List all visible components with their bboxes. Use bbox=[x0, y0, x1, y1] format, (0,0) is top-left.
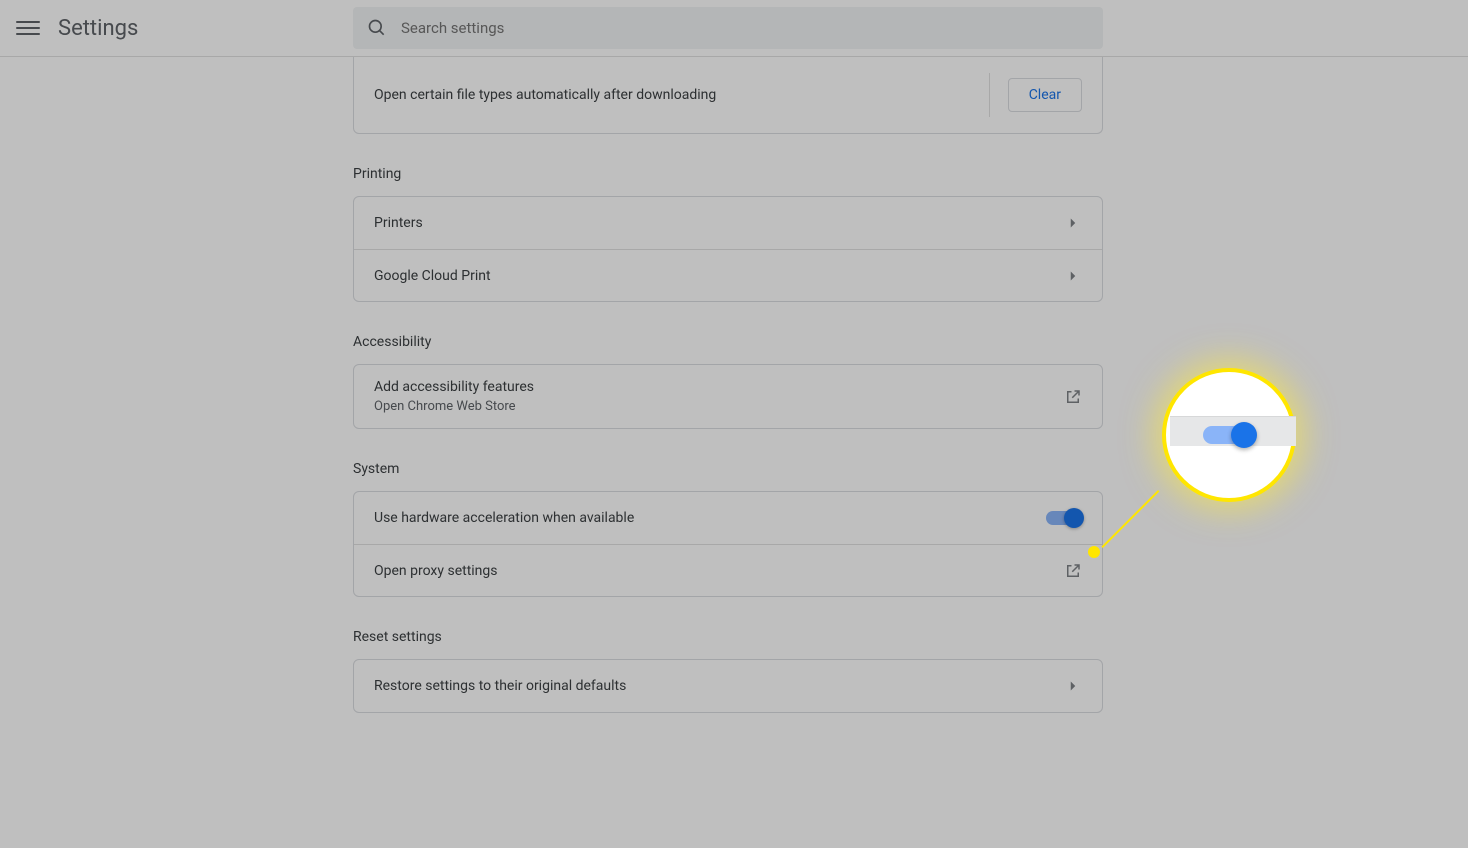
printing-card: Printers Google Cloud Print bbox=[353, 196, 1103, 302]
search-box[interactable] bbox=[353, 7, 1103, 49]
accessibility-card: Add accessibility features Open Chrome W… bbox=[353, 364, 1103, 429]
chevron-right-icon bbox=[1064, 267, 1082, 285]
add-accessibility-sub: Open Chrome Web Store bbox=[374, 399, 1064, 414]
downloads-card: Open certain file types automatically af… bbox=[353, 57, 1103, 134]
proxy-row[interactable]: Open proxy settings bbox=[354, 544, 1102, 596]
page-title: Settings bbox=[58, 16, 138, 41]
restore-label: Restore settings to their original defau… bbox=[374, 678, 1064, 694]
accessibility-section-label: Accessibility bbox=[353, 334, 1103, 350]
printing-section-label: Printing bbox=[353, 166, 1103, 182]
search-icon bbox=[367, 18, 387, 38]
printers-label: Printers bbox=[374, 215, 1064, 231]
tutorial-spotlight bbox=[1162, 368, 1296, 502]
external-link-icon bbox=[1064, 388, 1082, 406]
add-accessibility-title: Add accessibility features bbox=[374, 379, 1064, 395]
add-accessibility-row[interactable]: Add accessibility features Open Chrome W… bbox=[354, 365, 1102, 428]
cloud-print-row[interactable]: Google Cloud Print bbox=[354, 249, 1102, 301]
spotlight-anchor-dot bbox=[1088, 546, 1100, 558]
spotlight-toggle bbox=[1203, 426, 1255, 444]
divider bbox=[989, 73, 990, 117]
clear-button[interactable]: Clear bbox=[1008, 78, 1082, 112]
system-section-label: System bbox=[353, 461, 1103, 477]
system-card: Use hardware acceleration when available… bbox=[353, 491, 1103, 597]
hw-accel-row: Use hardware acceleration when available bbox=[354, 492, 1102, 544]
menu-icon[interactable] bbox=[16, 16, 40, 40]
proxy-label: Open proxy settings bbox=[374, 563, 1064, 579]
chevron-right-icon bbox=[1064, 677, 1082, 695]
hw-accel-label: Use hardware acceleration when available bbox=[374, 510, 1046, 526]
reset-card: Restore settings to their original defau… bbox=[353, 659, 1103, 713]
open-file-types-row: Open certain file types automatically af… bbox=[354, 57, 1102, 133]
cloud-print-label: Google Cloud Print bbox=[374, 268, 1064, 284]
open-file-types-label: Open certain file types automatically af… bbox=[374, 87, 989, 103]
spotlight-connector-line bbox=[1101, 490, 1159, 548]
external-link-icon bbox=[1064, 562, 1082, 580]
restore-row[interactable]: Restore settings to their original defau… bbox=[354, 660, 1102, 712]
reset-section-label: Reset settings bbox=[353, 629, 1103, 645]
hw-accel-toggle[interactable] bbox=[1046, 511, 1082, 525]
printers-row[interactable]: Printers bbox=[354, 197, 1102, 249]
search-input[interactable] bbox=[401, 19, 1089, 37]
chevron-right-icon bbox=[1064, 214, 1082, 232]
top-bar: Settings bbox=[0, 0, 1468, 57]
